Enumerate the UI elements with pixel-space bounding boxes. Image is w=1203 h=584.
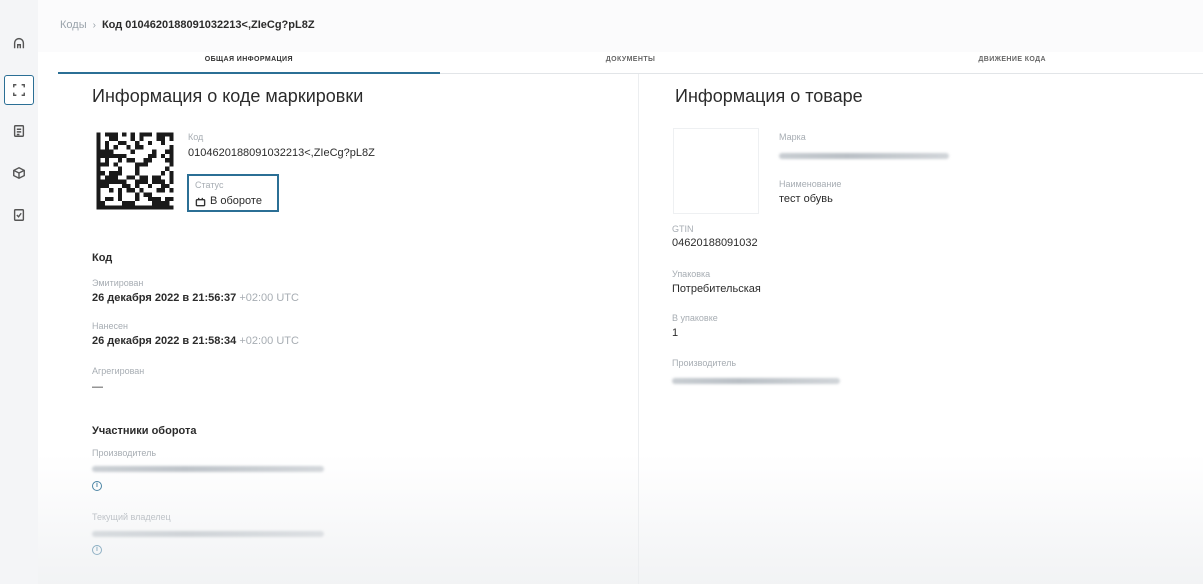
document-icon[interactable] bbox=[4, 116, 34, 146]
aggregated-value: — bbox=[92, 381, 103, 393]
name-value: тест обувь bbox=[779, 193, 833, 205]
status-value: В обороте bbox=[195, 195, 262, 207]
left-rail bbox=[0, 0, 38, 584]
emitted-value: 26 декабря 2022 в 21:56:37 +02:00 UTC bbox=[92, 292, 299, 304]
status-text: В обороте bbox=[210, 195, 262, 207]
check-icon[interactable] bbox=[4, 200, 34, 230]
breadcrumb-current: Код 0104620188091032213<,ZIeCg?pL8Z bbox=[101, 19, 315, 31]
product-producer-redacted bbox=[672, 378, 840, 384]
scan-icon[interactable] bbox=[4, 75, 34, 105]
applied-timezone: +02:00 UTC bbox=[239, 335, 299, 347]
participants-title: Участники оборота bbox=[92, 425, 197, 437]
emitted-datetime: 26 декабря 2022 в 21:56:37 bbox=[92, 292, 237, 304]
package-label: Упаковка bbox=[672, 269, 711, 279]
gtin-value: 04620188091032 bbox=[672, 237, 758, 249]
applied-value: 26 декабря 2022 в 21:58:34 +02:00 UTC bbox=[92, 335, 299, 347]
tab-bar: ОБЩАЯ ИНФОРМАЦИЯ ДОКУМЕНТЫ ДВИЖЕНИЕ КОДА bbox=[58, 52, 1203, 74]
gtin-label: GTIN bbox=[672, 224, 694, 234]
status-field: Статус В обороте bbox=[187, 174, 279, 212]
datamatrix-code bbox=[92, 128, 178, 214]
applied-datetime: 26 декабря 2022 в 21:58:34 bbox=[92, 335, 237, 347]
tab-documents[interactable]: ДОКУМЕНТЫ bbox=[440, 52, 822, 73]
brand-label: Марка bbox=[779, 132, 806, 142]
producer-label: Производитель bbox=[92, 448, 157, 458]
product-producer-label: Производитель bbox=[672, 358, 737, 368]
product-info-panel: Информация о товаре Марка Наименование т… bbox=[638, 74, 1203, 584]
code-label: Код bbox=[188, 132, 204, 142]
owner-label: Текущий владелец bbox=[92, 512, 171, 522]
info-icon[interactable]: i bbox=[92, 545, 102, 555]
name-label: Наименование bbox=[779, 179, 842, 189]
brand-value-redacted bbox=[779, 153, 949, 159]
breadcrumb: Коды › Код 0104620188091032213<,ZIeCg?pL… bbox=[60, 19, 315, 31]
chevron-right-icon: › bbox=[92, 19, 96, 31]
in-package-value: 1 bbox=[672, 327, 679, 339]
product-image bbox=[673, 128, 759, 214]
producer-name-redacted bbox=[92, 466, 324, 472]
aggregated-label: Агрегирован bbox=[92, 366, 145, 376]
tab-general-info[interactable]: ОБЩАЯ ИНФОРМАЦИЯ bbox=[58, 52, 440, 74]
emitted-label: Эмитирован bbox=[92, 278, 144, 288]
applied-label: Нанесен bbox=[92, 321, 128, 331]
breadcrumb-root-link[interactable]: Коды bbox=[60, 19, 87, 31]
package-value: Потребительская bbox=[672, 283, 761, 295]
code-section-title: Код bbox=[92, 252, 113, 264]
info-icon[interactable]: i bbox=[92, 481, 102, 491]
code-info-panel: Информация о коде маркировки Код 0104620… bbox=[58, 74, 638, 584]
emitted-timezone: +02:00 UTC bbox=[239, 292, 299, 304]
box-icon[interactable] bbox=[4, 158, 34, 188]
in-package-label: В упаковке bbox=[672, 313, 718, 323]
code-value: 0104620188091032213<,ZIeCg?pL8Z bbox=[188, 147, 375, 159]
status-label: Статус bbox=[195, 180, 224, 190]
tab-code-movement[interactable]: ДВИЖЕНИЕ КОДА bbox=[821, 52, 1203, 73]
code-info-title: Информация о коде маркировки bbox=[92, 86, 364, 106]
status-icon bbox=[195, 197, 206, 206]
home-icon[interactable] bbox=[4, 28, 34, 58]
product-info-title: Информация о товаре bbox=[675, 86, 863, 106]
owner-name-redacted bbox=[92, 531, 324, 537]
